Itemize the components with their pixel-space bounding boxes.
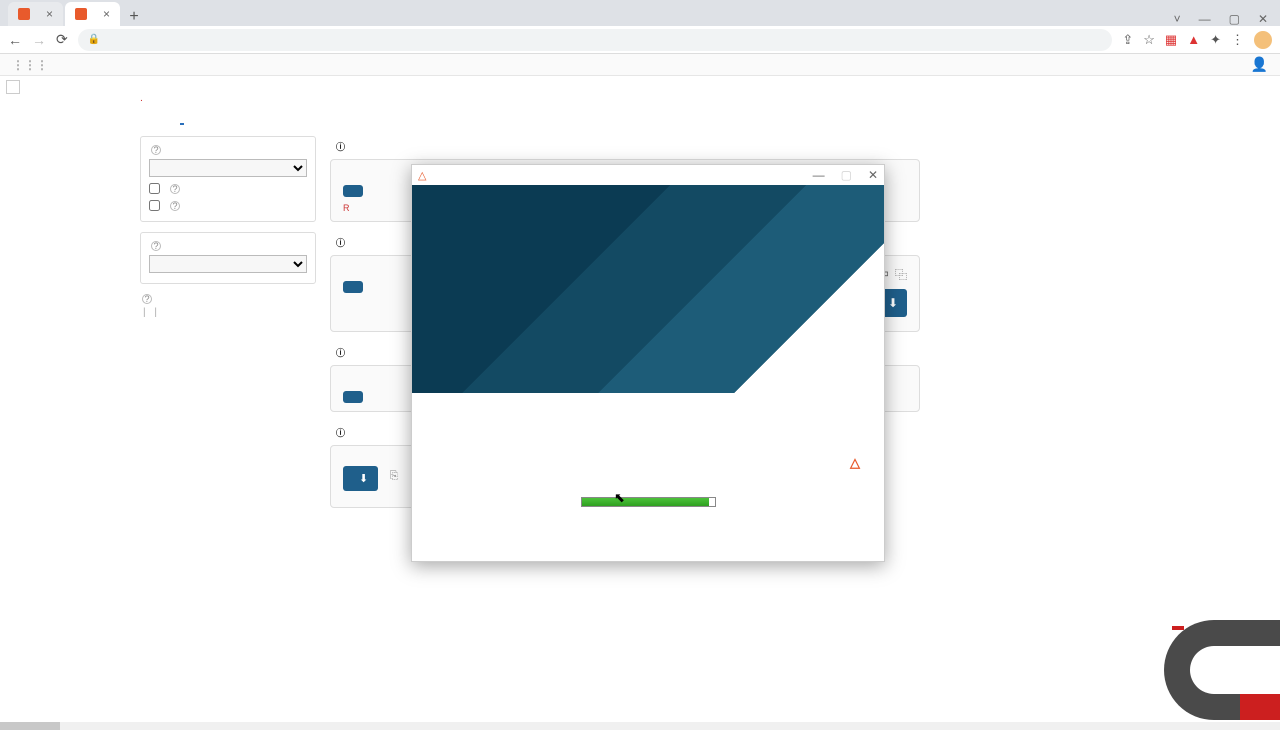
reload-icon[interactable]: ⟳ xyxy=(56,31,68,48)
browser-tab[interactable]: × xyxy=(65,2,120,26)
lock-icon: 🔒 xyxy=(88,34,100,45)
notice-banner: . xyxy=(140,76,1268,105)
section-sim-installer: ⓘ xyxy=(330,140,1268,153)
content-tabs xyxy=(180,111,248,126)
close-icon[interactable]: ✕ xyxy=(868,168,878,182)
browser-tabstrip: × × + ˅ — ▢ ✕ xyxy=(0,0,1280,26)
chevron-down-icon[interactable]: ˅ xyxy=(1174,12,1181,26)
include-older-checkbox[interactable]: ? xyxy=(149,183,307,194)
progress-bar xyxy=(581,497,716,507)
close-icon[interactable]: × xyxy=(103,7,110,21)
progress-fill xyxy=(582,498,710,506)
download-button[interactable]: ⬇ xyxy=(343,466,378,491)
close-window-icon[interactable]: ✕ xyxy=(1258,12,1268,26)
info-icon[interactable]: ⓘ xyxy=(336,140,345,153)
step2-panel: ? xyxy=(140,232,316,284)
splash-titlebar[interactable]: △ — ▢ ✕ xyxy=(412,165,884,185)
watermark-c-icon xyxy=(1164,620,1280,720)
product-version-select[interactable] xyxy=(149,159,307,177)
browser-tab[interactable]: × xyxy=(8,2,63,26)
profile-avatar[interactable] xyxy=(1254,31,1272,49)
step1-panel: ? ? ? xyxy=(140,136,316,222)
download-icon: ⬇ xyxy=(359,472,368,485)
close-icon[interactable]: × xyxy=(46,7,53,21)
minimize-icon[interactable]: — xyxy=(813,168,825,182)
expand-icon[interactable]: ⿻ xyxy=(895,266,907,283)
back-icon[interactable]: ← xyxy=(8,32,22,48)
info-icon[interactable]: ⓘ xyxy=(336,346,345,359)
extensions-icon[interactable]: ✦ xyxy=(1210,32,1221,48)
altair-triangle-icon: △ xyxy=(850,455,860,471)
watermark-domain xyxy=(1172,626,1184,630)
download-button[interactable] xyxy=(343,185,363,197)
altair-brand: △ xyxy=(850,455,864,471)
hotfixes-only-checkbox[interactable]: ? xyxy=(149,200,307,211)
copy-icon[interactable]: ⎘ xyxy=(390,470,399,482)
url-input[interactable]: 🔒 xyxy=(78,29,1113,51)
left-rail xyxy=(0,76,130,722)
favicon-icon xyxy=(18,8,30,20)
download-button[interactable] xyxy=(343,391,363,403)
filter-sidebar: ? ? ? ? ? | | xyxy=(140,136,316,522)
download-button[interactable] xyxy=(343,281,363,293)
address-bar: ← → ⟳ 🔒 ⇪ ☆ ▦ ▲ ✦ ⋮ xyxy=(0,26,1280,54)
tab-documentation[interactable] xyxy=(244,111,248,125)
minimize-icon[interactable]: — xyxy=(1199,12,1211,26)
new-tab-button[interactable]: + xyxy=(122,8,146,26)
help-icon[interactable]: ? xyxy=(142,294,152,304)
help-icon[interactable]: ? xyxy=(170,201,180,211)
horizontal-scrollbar[interactable] xyxy=(0,722,1280,730)
apps-grid-icon[interactable]: ⋮⋮⋮ xyxy=(12,58,48,72)
info-icon[interactable]: ⓘ xyxy=(336,236,345,249)
altair-logo-icon: △ xyxy=(418,169,426,182)
package-filter-links: | | xyxy=(140,307,316,318)
platform-select[interactable] xyxy=(149,255,307,273)
bookmark-icon[interactable]: ☆ xyxy=(1143,32,1155,48)
watermark xyxy=(1164,620,1274,720)
rail-item-training[interactable] xyxy=(6,80,124,94)
tab-license-manager[interactable] xyxy=(212,111,216,125)
help-icon[interactable]: ? xyxy=(151,241,161,251)
user-icon[interactable]: 👤 xyxy=(1251,56,1268,73)
maximize-icon[interactable]: ▢ xyxy=(1229,12,1240,26)
pdf-extension-icon[interactable]: ▲ xyxy=(1187,32,1200,47)
forward-icon[interactable]: → xyxy=(32,32,46,48)
share-icon[interactable]: ⇪ xyxy=(1122,32,1133,48)
maximize-icon[interactable]: ▢ xyxy=(841,168,852,182)
scrollbar-thumb[interactable] xyxy=(0,722,60,730)
extension-icon[interactable]: ▦ xyxy=(1165,32,1177,48)
help-icon[interactable]: ? xyxy=(170,184,180,194)
help-icon[interactable]: ? xyxy=(151,145,161,155)
menu-icon[interactable]: ⋮ xyxy=(1231,32,1244,48)
splash-hero-graphic xyxy=(412,185,884,393)
favicon-icon xyxy=(75,8,87,20)
splash-window: △ — ▢ ✕ △ xyxy=(411,164,885,562)
document-icon xyxy=(6,80,20,94)
tab-software[interactable] xyxy=(180,111,184,125)
app-header: ⋮⋮⋮ 👤 xyxy=(0,54,1280,76)
info-icon[interactable]: ⓘ xyxy=(336,426,345,439)
step3-panel: ? | | xyxy=(140,294,316,322)
